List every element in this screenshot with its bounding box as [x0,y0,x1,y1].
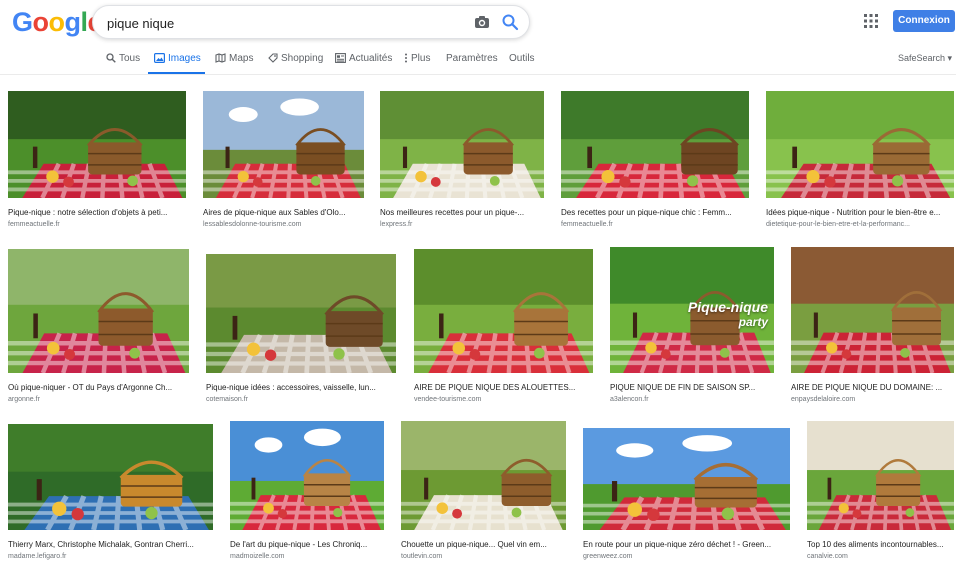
picnic-photo [791,247,954,373]
result-source: enpaysdelaloire.com [791,396,856,403]
result-title[interactable]: En route pour un pique-nique zéro déchet… [583,540,790,549]
tab-label: Shopping [281,53,324,64]
result-source: argonne.fr [8,396,40,403]
result-thumbnail[interactable] [380,91,544,198]
tab-shopping[interactable]: Shopping [268,53,323,64]
result-source: madame.lefigaro.fr [8,553,67,560]
result-source: greenweez.com [583,553,633,560]
picnic-photo [807,421,954,530]
result-thumbnail[interactable]: Pique-nique party [610,247,774,373]
picnic-photo [8,249,189,373]
result-title[interactable]: AIRE DE PIQUE NIQUE DES ALOUETTES... [414,383,593,392]
result-thumbnail[interactable] [206,254,396,373]
result-title[interactable]: Aires de pique-nique aux Sables d'Olo... [203,208,364,217]
result-source: canalvie.com [807,553,848,560]
result-title[interactable]: Nos meilleures recettes pour un pique-..… [380,208,544,217]
tab-label: Plus [411,53,431,64]
logo-letter: o [32,7,50,37]
tab-tools[interactable]: Outils [509,53,535,64]
picnic-photo [203,91,364,198]
result-thumbnail[interactable] [401,421,566,530]
thumbnail-overlay-text: party [738,315,768,329]
picnic-photo [8,424,213,530]
picnic-photo [380,91,544,198]
result-source: lexpress.fr [380,221,413,228]
result-title[interactable]: Pique-nique idées : accessoires, vaissel… [206,383,396,392]
picnic-photo [8,91,186,198]
picnic-photo [766,91,954,198]
result-source: femmeactuelle.fr [561,221,613,228]
search-input[interactable] [105,11,449,35]
result-thumbnail[interactable] [561,91,749,198]
picnic-photo [561,91,749,198]
search-icon[interactable] [501,13,519,31]
tab-news[interactable]: Actualités [335,53,392,64]
result-title[interactable]: Où pique-niquer - OT du Pays d'Argonne C… [8,383,189,392]
tab-label: Outils [509,53,535,64]
google-logo[interactable]: Google [12,7,103,38]
header-divider [0,74,956,75]
picnic-photo [583,428,790,530]
result-thumbnail[interactable] [414,249,593,373]
result-title[interactable]: PIQUE NIQUE DE FIN DE SAISON SP... [610,383,774,392]
result-title[interactable]: De l'art du pique-nique - Les Chroniq... [230,540,384,549]
tab-label: Images [168,53,201,64]
camera-icon[interactable] [473,13,491,31]
signin-button[interactable]: Connexion [893,10,955,32]
tab-images[interactable]: Images [154,53,201,64]
tab-label: Maps [229,53,254,64]
picnic-photo [401,421,566,530]
result-thumbnail[interactable] [807,421,954,530]
tab-maps[interactable]: Maps [215,53,253,64]
tab-all[interactable]: Tous [106,53,140,64]
result-source: cotemaison.fr [206,396,249,403]
result-title[interactable]: AIRE DE PIQUE NIQUE DU DOMAINE: ... [791,383,954,392]
result-title[interactable]: Chouette un pique-nique... Quel vin em..… [401,540,566,549]
result-thumbnail[interactable] [203,91,364,198]
image-icon [154,53,165,64]
result-thumbnail[interactable] [230,421,384,530]
logo-letter: G [12,7,33,37]
result-title[interactable]: Idées pique-nique - Nutrition pour le bi… [766,208,954,217]
result-source: a3alencon.fr [610,396,649,403]
result-source: dietetique-pour-le-bien-etre-et-la-perfo… [766,221,910,228]
result-source: toutlevin.com [401,553,443,560]
result-title[interactable]: Thierry Marx, Christophe Michalak, Gontr… [8,540,213,549]
result-thumbnail[interactable] [8,91,186,198]
search-box[interactable] [92,5,530,39]
result-thumbnail[interactable] [791,247,954,373]
result-thumbnail[interactable] [766,91,954,198]
result-thumbnail[interactable] [8,249,189,373]
tab-label: Paramètres [446,53,498,64]
search-icon [106,53,116,64]
result-thumbnail[interactable] [8,424,213,530]
result-source: femmeactuelle.fr [8,221,60,228]
tab-more[interactable]: Plus [404,53,430,64]
result-source: madmoizelle.com [230,553,285,560]
logo-letter: o [48,7,66,37]
picnic-photo [414,249,593,373]
result-source: lessablesdolonne-tourisme.com [203,221,302,228]
newspaper-icon [335,53,346,64]
tag-icon [268,53,278,64]
thumbnail-overlay-text: Pique-nique [687,299,768,315]
safesearch-menu[interactable]: SafeSearch ▾ [898,53,952,64]
tab-label: Actualités [349,53,393,64]
result-title[interactable]: Des recettes pour un pique-nique chic : … [561,208,749,217]
result-thumbnail[interactable] [583,428,790,530]
picnic-photo [206,254,396,373]
logo-letter: g [64,7,82,37]
result-source: vendee-tourisme.com [414,396,482,403]
picnic-photo [230,421,384,530]
result-title[interactable]: Top 10 des aliments incontournables... [807,540,954,549]
tab-settings[interactable]: Paramètres [446,53,498,64]
apps-grid-icon[interactable] [864,14,878,28]
tab-label: Tous [119,53,141,64]
map-icon [215,53,226,64]
result-title[interactable]: Pique-nique : notre sélection d'objets à… [8,208,186,217]
logo-letter: l [80,7,89,37]
more-vert-icon [405,53,407,63]
search-tabs: Tous Images Maps Shopping Actualités Plu… [0,48,956,74]
